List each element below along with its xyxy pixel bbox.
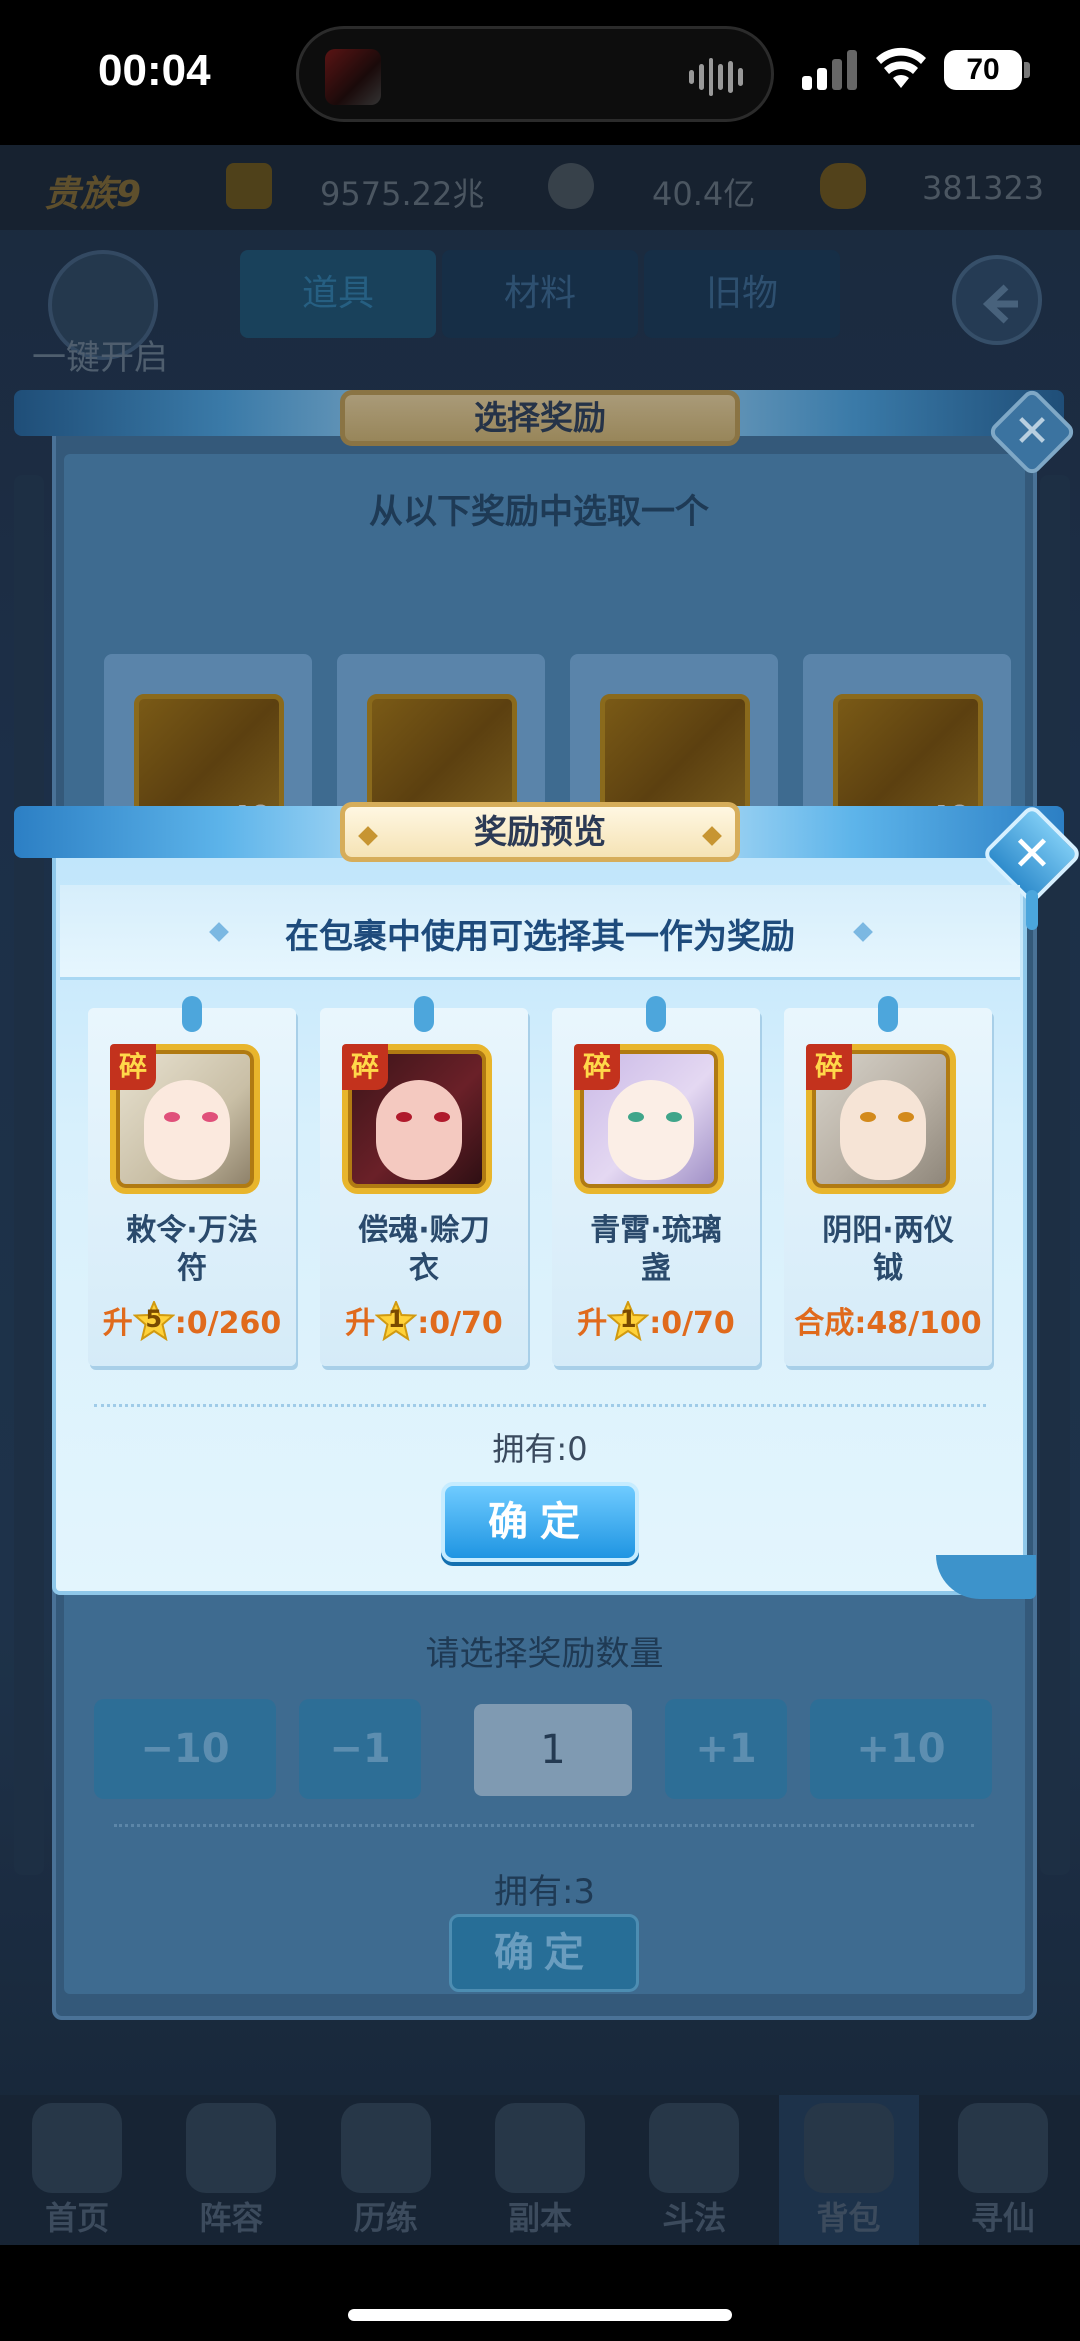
upgrade-label: 升 [102, 1306, 133, 1341]
reward-progress: 升 1 :0/70 [320, 1298, 528, 1342]
star-level: 1 [619, 1305, 637, 1333]
reward-name: 青霄·琉璃盏 [552, 1212, 760, 1288]
diamond-ornament-icon [358, 826, 378, 846]
reward-progress: 升 5 :0/260 [88, 1298, 296, 1342]
progress-value: :0/260 [174, 1306, 282, 1341]
star-icon: 1 [375, 1301, 418, 1341]
reward-card-1[interactable]: 碎 敕令·万法符 升 5 :0/260 [88, 996, 296, 1366]
reward-name: 偿魂·赊刀衣 [320, 1212, 528, 1288]
star-icon: 1 [607, 1301, 650, 1341]
battery-tip [1024, 62, 1030, 78]
select-reward-close-button[interactable]: ✕ [986, 386, 1078, 478]
reward-name-line2: 衣 [409, 1251, 439, 1286]
portrait-eye [202, 1112, 218, 1122]
reward-name-line1: 阴阳·两仪 [822, 1213, 954, 1248]
reward-card-3[interactable]: 碎 青霄·琉璃盏 升 1 :0/70 [552, 996, 760, 1366]
plus-10-button[interactable]: +10 [810, 1699, 992, 1799]
reward-preview-subtitle: 在包裹中使用可选择其一作为奖励 [285, 917, 795, 957]
minus-1-button[interactable]: −1 [299, 1699, 421, 1799]
synthesis-progress: 合成:48/100 [794, 1306, 982, 1341]
fragment-badge: 碎 [806, 1044, 852, 1090]
dynamic-island [296, 26, 774, 122]
reward-name-line1: 青霄·琉璃 [590, 1213, 722, 1248]
portrait-eye [434, 1112, 450, 1122]
star-level: 5 [145, 1305, 163, 1333]
portrait-eye [164, 1112, 180, 1122]
status-time: 00:04 [98, 46, 211, 95]
portrait-eye [628, 1112, 644, 1122]
fragment-badge: 碎 [342, 1044, 388, 1090]
portrait-face [144, 1080, 230, 1180]
reward-preview-title-plate: 奖励预览 [340, 802, 740, 862]
reward-preview-title: 奖励预览 [474, 812, 606, 851]
card-hook-ornament [414, 996, 434, 1032]
portrait-face [840, 1080, 926, 1180]
cellular-signal-icon [802, 50, 857, 90]
select-reward-title-plate: 选择奖励 [340, 390, 740, 446]
owned-count: 拥有:3 [493, 1872, 596, 1912]
reward-preview-subtitle-bar: 在包裹中使用可选择其一作为奖励 [60, 885, 1020, 980]
divider [94, 1404, 986, 1407]
minus-10-button[interactable]: −10 [94, 1699, 276, 1799]
fragment-badge: 碎 [574, 1044, 620, 1090]
portrait-face [608, 1080, 694, 1180]
close-icon: ✕ [1011, 826, 1053, 882]
reward-progress: 合成:48/100 [784, 1298, 992, 1342]
reward-name-line2: 钺 [873, 1251, 903, 1286]
reward-name: 敕令·万法符 [88, 1212, 296, 1288]
reward-name-line2: 符 [177, 1251, 207, 1286]
close-icon: ✕ [1013, 406, 1051, 457]
quantity-field[interactable]: 1 [474, 1704, 632, 1796]
card-hook-ornament [182, 996, 202, 1032]
battery-level: 70 [944, 50, 1022, 90]
home-indicator[interactable] [348, 2309, 732, 2321]
select-reward-subtitle-bar: 从以下奖励中选取一个 [64, 454, 1025, 554]
upgrade-label: 升 [577, 1306, 608, 1341]
reward-name-line1: 偿魂·赊刀 [358, 1213, 490, 1248]
portrait-eye [860, 1112, 876, 1122]
reward-progress: 升 1 :0/70 [552, 1298, 760, 1342]
upgrade-label: 升 [345, 1306, 376, 1341]
progress-value: :0/70 [417, 1306, 503, 1341]
reward-name-line1: 敕令·万法 [126, 1213, 258, 1248]
wifi-icon [876, 47, 926, 88]
portrait-eye [898, 1112, 914, 1122]
now-playing-thumbnail [325, 49, 381, 105]
owned-count: 拥有:0 [492, 1430, 588, 1468]
portrait-eye [666, 1112, 682, 1122]
reward-card-4[interactable]: 碎 阴阳·两仪钺 合成:48/100 [784, 996, 992, 1366]
card-hook-ornament [878, 996, 898, 1032]
star-level: 1 [387, 1305, 405, 1333]
diamond-ornament-icon [702, 826, 722, 846]
reward-card-2[interactable]: 碎 偿魂·赊刀衣 升 1 :0/70 [320, 996, 528, 1366]
preview-confirm-button[interactable]: 确定 [441, 1482, 639, 1562]
card-hook-ornament [646, 996, 666, 1032]
star-icon: 5 [132, 1301, 175, 1341]
status-bar: 00:04 70 [0, 0, 1080, 145]
progress-value: :0/70 [649, 1306, 735, 1341]
plus-1-button[interactable]: +1 [665, 1699, 787, 1799]
confirm-button[interactable]: 确定 [449, 1914, 639, 1992]
reward-name-line2: 盏 [641, 1251, 671, 1286]
select-reward-title: 选择奖励 [474, 398, 606, 437]
portrait-eye [396, 1112, 412, 1122]
dialog-corner-wave [936, 1555, 1036, 1599]
fragment-badge: 碎 [110, 1044, 156, 1090]
home-indicator-area [0, 2245, 1080, 2341]
audio-wave-icon [689, 57, 743, 97]
reward-name: 阴阳·两仪钺 [784, 1212, 992, 1288]
select-reward-subtitle: 从以下奖励中选取一个 [369, 492, 709, 532]
divider [114, 1824, 974, 1827]
tassel-ornament [1026, 890, 1038, 930]
portrait-face [376, 1080, 462, 1180]
quantity-hint: 请选择奖励数量 [425, 1634, 664, 1674]
